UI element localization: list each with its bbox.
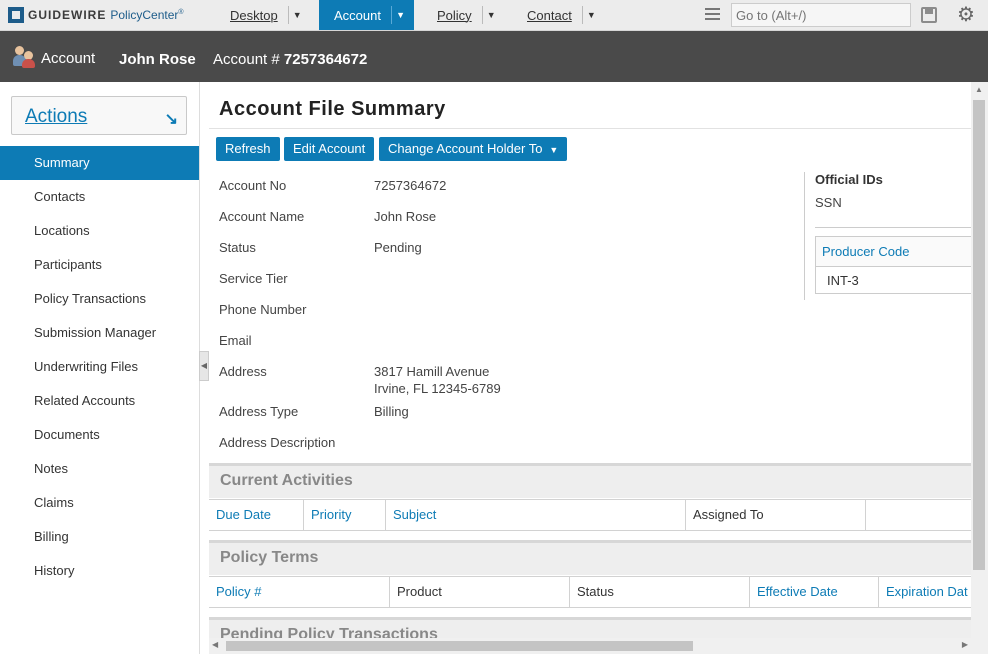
main-content: Account File Summary Refresh Edit Accoun… — [209, 82, 971, 638]
scroll-right-icon[interactable]: ▶ — [962, 640, 968, 649]
sidebar-item-documents[interactable]: Documents — [0, 418, 199, 452]
gear-icon[interactable]: ⚙ — [957, 4, 975, 26]
column-assigned-to: Assigned To — [685, 500, 865, 530]
account-people-icon — [13, 46, 37, 68]
horizontal-scrollbar[interactable]: ◀ ▶ — [209, 638, 988, 654]
ssn-label: SSN — [815, 195, 842, 210]
tab-contact-label: Contact — [527, 7, 572, 23]
page-title: Account File Summary — [219, 98, 446, 120]
official-ids-rule — [815, 227, 971, 228]
official-ids-divider — [804, 172, 805, 300]
title-divider — [209, 128, 971, 129]
field-value-account-name: John Rose — [374, 209, 437, 224]
change-account-holder-label: Change Account Holder To — [388, 141, 543, 156]
tab-account[interactable]: Account ▼ — [319, 0, 414, 30]
pending-transactions-title: Pending Policy Transactions — [220, 626, 438, 638]
current-activities-grid-header: Due Date Priority Subject Assigned To — [209, 499, 971, 531]
field-label-status: Status — [219, 240, 256, 255]
vertical-scroll-thumb[interactable] — [973, 100, 985, 570]
column-priority[interactable]: Priority — [303, 500, 385, 530]
guidewire-logo[interactable]: GUIDEWIRE PolicyCenter® — [8, 6, 184, 24]
policy-terms-grid-header: Policy # Product Status Effective Date E… — [209, 576, 971, 608]
column-product: Product — [389, 577, 569, 607]
sidebar-item-contacts[interactable]: Contacts — [0, 180, 199, 214]
tab-desktop[interactable]: Desktop ▼ — [230, 0, 302, 30]
sidebar-item-participants[interactable]: Participants — [0, 248, 199, 282]
hamburger-menu-icon[interactable] — [705, 8, 720, 22]
change-account-holder-button[interactable]: Change Account Holder To ▼ — [379, 137, 568, 161]
sidebar-item-summary[interactable]: Summary — [0, 146, 199, 180]
field-label-phone-number: Phone Number — [219, 302, 307, 317]
actions-button-label: Actions — [25, 106, 88, 127]
policy-terms-section: Policy Terms — [209, 540, 971, 575]
arrow-down-right-icon: ↘ — [164, 111, 178, 128]
column-empty — [865, 500, 971, 530]
account-holder-name: John Rose — [119, 51, 196, 68]
save-icon[interactable] — [921, 7, 937, 23]
scroll-left-icon[interactable]: ◀ — [212, 640, 218, 649]
tab-policy-label: Policy — [437, 7, 472, 23]
sidebar-item-underwriting-files[interactable]: Underwriting Files — [0, 350, 199, 384]
official-ids-title: Official IDs — [815, 172, 883, 187]
current-activities-section: Current Activities — [209, 463, 971, 498]
info-section-label: Account — [41, 50, 96, 67]
producer-code-header[interactable]: Producer Code — [816, 237, 971, 267]
edit-account-button[interactable]: Edit Account — [284, 137, 375, 161]
tab-desktop-label: Desktop — [230, 7, 278, 23]
sidebar-item-related-accounts[interactable]: Related Accounts — [0, 384, 199, 418]
column-effective-date[interactable]: Effective Date — [749, 577, 878, 607]
scroll-up-icon[interactable]: ▲ — [975, 85, 983, 94]
tab-contact[interactable]: Contact ▼ — [527, 0, 596, 30]
tab-contact-dropdown-icon[interactable]: ▼ — [581, 6, 596, 24]
field-label-email: Email — [219, 333, 252, 348]
logo-product-text: PolicyCenter® — [110, 8, 184, 22]
column-expiration-date[interactable]: Expiration Dat — [878, 577, 971, 607]
column-policy-number[interactable]: Policy # — [209, 577, 389, 607]
sidebar: Actions ↘ Summary Contacts Locations Par… — [0, 82, 200, 654]
logo-brand-text: GUIDEWIRE — [28, 8, 107, 22]
policy-terms-title: Policy Terms — [220, 549, 319, 566]
sidebar-item-billing[interactable]: Billing — [0, 520, 199, 554]
field-label-account-name: Account Name — [219, 209, 305, 224]
sidebar-item-submission-manager[interactable]: Submission Manager — [0, 316, 199, 350]
sidebar-item-locations[interactable]: Locations — [0, 214, 199, 248]
sidebar-item-history[interactable]: History — [0, 554, 199, 588]
field-value-address-line2: Irvine, FL 12345-6789 — [374, 381, 501, 396]
field-label-address-type: Address Type — [219, 404, 299, 419]
field-value-address-line1: 3817 Hamill Avenue — [374, 364, 490, 379]
goto-search-input[interactable] — [731, 3, 911, 27]
tab-desktop-dropdown-icon[interactable]: ▼ — [287, 6, 302, 24]
column-due-date[interactable]: Due Date — [209, 500, 303, 530]
actions-button[interactable]: Actions ↘ — [11, 96, 187, 135]
column-subject[interactable]: Subject — [385, 500, 685, 530]
column-status: Status — [569, 577, 749, 607]
chevron-down-icon: ▼ — [549, 145, 559, 155]
account-info-bar: Account John Rose Account # 7257364672 — [0, 31, 988, 82]
field-value-account-no: 7257364672 — [374, 178, 447, 193]
account-number-header: Account # 7257364672 — [213, 51, 368, 68]
field-label-address: Address — [219, 364, 267, 379]
producer-code-value: INT-3 — [827, 273, 859, 288]
sidebar-item-notes[interactable]: Notes — [0, 452, 199, 486]
tab-account-dropdown-icon[interactable]: ▼ — [390, 6, 405, 24]
producer-code-table: Producer Code INT-3 — [815, 236, 971, 294]
tab-policy[interactable]: Policy ▼ — [437, 0, 496, 30]
pending-transactions-section: Pending Policy Transactions — [209, 617, 971, 638]
field-label-account-no: Account No — [219, 178, 287, 193]
sidebar-item-claims[interactable]: Claims — [0, 486, 199, 520]
guidewire-logo-icon — [8, 7, 24, 23]
field-label-service-tier: Service Tier — [219, 271, 288, 286]
tab-policy-dropdown-icon[interactable]: ▼ — [481, 6, 496, 24]
field-label-address-description: Address Description — [219, 435, 336, 450]
refresh-button[interactable]: Refresh — [216, 137, 280, 161]
tab-account-label: Account — [334, 7, 381, 23]
horizontal-scroll-thumb[interactable] — [226, 641, 693, 651]
field-value-address-type: Billing — [374, 404, 409, 419]
top-navigation-bar: GUIDEWIRE PolicyCenter® Desktop ▼ Accoun… — [0, 0, 988, 31]
current-activities-title: Current Activities — [220, 472, 353, 489]
field-value-status: Pending — [374, 240, 422, 255]
sidebar-collapse-handle[interactable]: ◀ — [199, 351, 209, 381]
sidebar-item-policy-transactions[interactable]: Policy Transactions — [0, 282, 199, 316]
vertical-scrollbar[interactable]: ▲ — [971, 82, 988, 638]
